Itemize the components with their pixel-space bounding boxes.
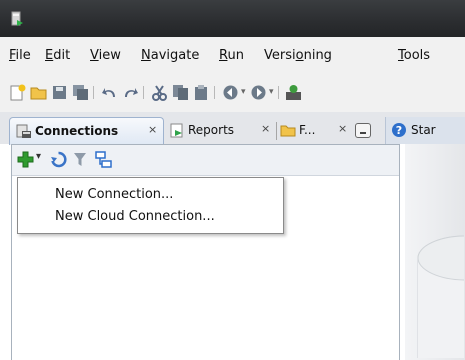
connections-icon: [16, 124, 31, 138]
paste-icon[interactable]: [193, 84, 210, 101]
add-connection-dropdown-icon[interactable]: ▾: [36, 151, 41, 162]
reports-icon: [170, 123, 183, 138]
menu-bar: File Edit View Navigate Run Versioning T…: [0, 37, 465, 75]
add-connection-icon[interactable]: [17, 151, 34, 168]
svg-text:?: ?: [396, 124, 402, 137]
cut-icon[interactable]: [151, 84, 168, 101]
toolbar-separator: [93, 86, 94, 99]
start-page-graphic: [417, 235, 464, 358]
tab-strip: Connections × Reports × F... × ? Star: [0, 112, 465, 145]
tab-reports[interactable]: Reports ×: [169, 117, 273, 144]
tab-start-page[interactable]: ? Star: [385, 117, 465, 144]
connections-toolbar: ▾: [12, 145, 399, 176]
save-icon[interactable]: [51, 84, 68, 101]
main-toolbar: ▾ ▾: [0, 75, 465, 112]
forward-icon[interactable]: [250, 84, 267, 101]
refresh-icon[interactable]: [50, 151, 67, 168]
forward-dropdown-icon[interactable]: ▾: [269, 87, 274, 97]
tab-files-close-icon[interactable]: ×: [338, 122, 347, 135]
toolbar-separator: [278, 86, 279, 99]
menu-file[interactable]: File: [9, 48, 31, 63]
help-icon: ?: [392, 123, 406, 137]
tab-start-page-label: Star: [411, 123, 436, 137]
menu-view[interactable]: View: [90, 48, 121, 63]
tab-connections[interactable]: Connections ×: [9, 117, 164, 145]
tab-files[interactable]: F... ×: [280, 117, 350, 144]
add-connection-menu: New Connection... New Cloud Connection..…: [17, 177, 284, 234]
new-file-icon[interactable]: [9, 84, 26, 101]
toolbar-separator: [143, 86, 144, 99]
files-folder-icon: [280, 125, 296, 137]
tab-connections-label: Connections: [35, 124, 119, 138]
tab-reports-close-icon[interactable]: ×: [261, 122, 270, 135]
menu-edit[interactable]: Edit: [45, 48, 70, 63]
schema-browser-icon[interactable]: [95, 151, 112, 168]
save-all-icon[interactable]: [72, 84, 89, 101]
sql-worksheet-icon[interactable]: [285, 84, 302, 101]
filter-icon[interactable]: [73, 152, 87, 167]
tab-connections-close-icon[interactable]: ×: [148, 123, 157, 136]
app-logo-icon: [11, 11, 23, 26]
window-titlebar: [0, 0, 465, 37]
menu-run[interactable]: Run: [219, 48, 244, 63]
redo-icon[interactable]: [122, 84, 139, 101]
menu-versioning[interactable]: Versioning: [264, 48, 332, 63]
minimize-panel-button[interactable]: [355, 123, 371, 138]
new-cloud-connection-menu-item[interactable]: New Cloud Connection...: [55, 209, 215, 224]
copy-icon[interactable]: [172, 84, 189, 101]
minimize-icon: [360, 132, 366, 134]
back-icon[interactable]: [222, 84, 239, 101]
tab-reports-label: Reports: [188, 123, 235, 137]
toolbar-separator: [214, 86, 215, 99]
undo-icon[interactable]: [101, 84, 118, 101]
new-connection-menu-item[interactable]: New Connection...: [55, 187, 173, 202]
tab-separator: [276, 122, 277, 140]
tab-files-label: F...: [299, 123, 316, 137]
back-dropdown-icon[interactable]: ▾: [241, 87, 246, 97]
menu-tools[interactable]: Tools: [398, 48, 430, 63]
menu-navigate[interactable]: Navigate: [141, 48, 199, 63]
open-folder-icon[interactable]: [30, 84, 47, 101]
